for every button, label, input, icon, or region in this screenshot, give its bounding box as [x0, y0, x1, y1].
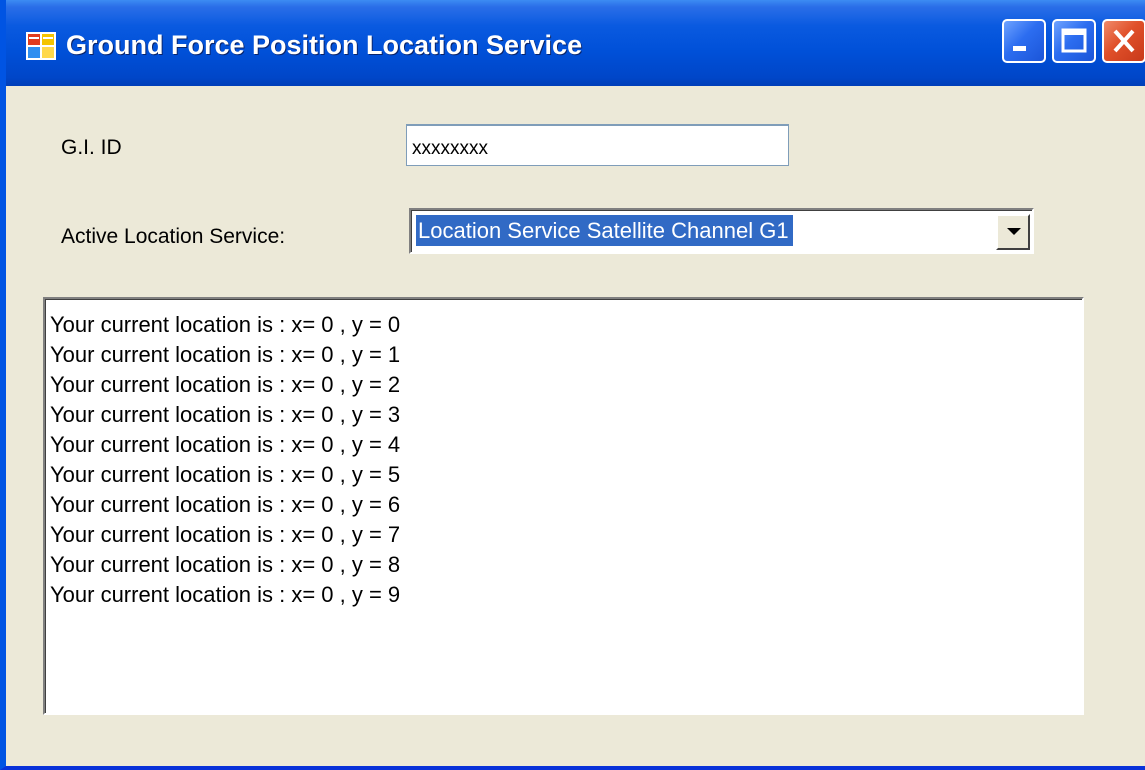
- title-bar[interactable]: Ground Force Position Location Service: [6, 0, 1145, 86]
- log-line: Your current location is : x= 0 , y = 6: [50, 492, 401, 517]
- location-log-textarea[interactable]: Your current location is : x= 0 , y = 0 Y…: [43, 297, 1084, 715]
- log-line: Your current location is : x= 0 , y = 0: [50, 312, 401, 337]
- close-button[interactable]: [1102, 19, 1145, 63]
- chevron-down-icon: [1007, 228, 1021, 235]
- dropdown-arrow-button[interactable]: [996, 214, 1030, 250]
- log-line: Your current location is : x= 0 , y = 4: [50, 432, 401, 457]
- close-icon: [1113, 29, 1135, 53]
- location-service-dropdown[interactable]: Location Service Satellite Channel G1: [409, 208, 1034, 254]
- main-window: Ground Force Position Location Service G…: [0, 0, 1145, 770]
- log-line: Your current location is : x= 0 , y = 3: [50, 402, 401, 427]
- log-line: Your current location is : x= 0 , y = 7: [50, 522, 401, 547]
- window-title: Ground Force Position Location Service: [66, 30, 583, 60]
- log-line: Your current location is : x= 0 , y = 1: [50, 342, 401, 367]
- log-line: Your current location is : x= 0 , y = 5: [50, 462, 401, 487]
- gi-id-input[interactable]: xxxxxxxx: [406, 124, 789, 166]
- selected-location-service: Location Service Satellite Channel G1: [416, 215, 793, 246]
- log-line: Your current location is : x= 0 , y = 8: [50, 552, 401, 577]
- maximize-button[interactable]: [1052, 19, 1096, 63]
- log-line: Your current location is : x= 0 , y = 9: [50, 582, 401, 607]
- log-line: Your current location is : x= 0 , y = 2: [50, 372, 401, 397]
- minimize-icon: [1013, 46, 1026, 51]
- windows-form-icon: [26, 32, 56, 60]
- active-location-service-label: Active Location Service:: [61, 225, 286, 248]
- gi-id-label: G.I. ID: [61, 136, 122, 159]
- minimize-button[interactable]: [1002, 19, 1046, 63]
- maximize-icon: [1061, 28, 1087, 53]
